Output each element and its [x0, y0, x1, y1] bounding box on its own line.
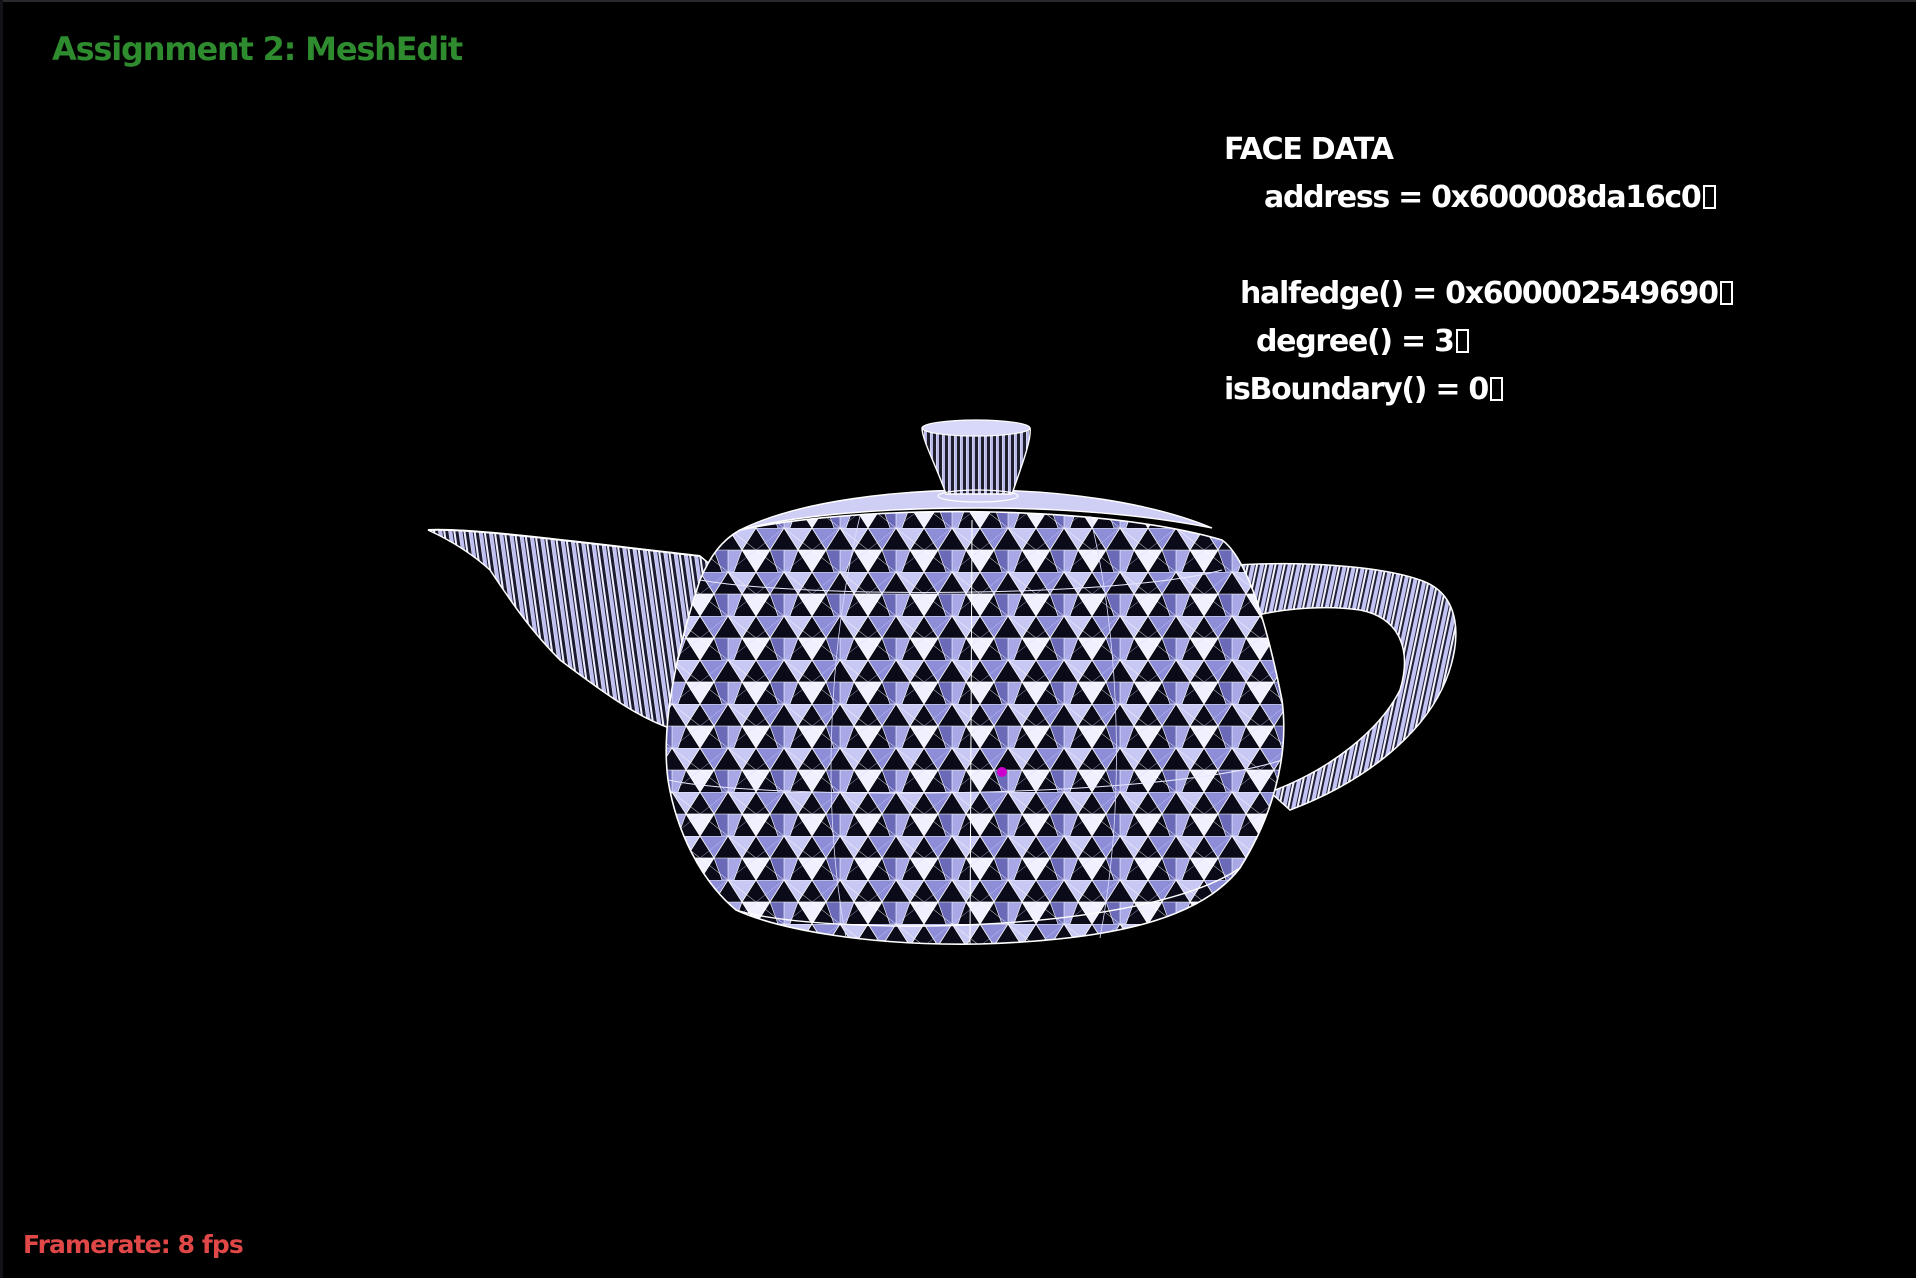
face-address-label: address	[1264, 180, 1390, 215]
face-halfedge-value: 0x600002549690	[1445, 276, 1719, 311]
framerate-value: 8 fps	[177, 1230, 244, 1259]
face-address-row: address = 0x600008da16c0	[1264, 180, 1716, 215]
missing-glyph-icon	[1719, 281, 1733, 305]
framerate-label: Framerate:	[23, 1230, 171, 1259]
face-degree-value: 3	[1433, 324, 1455, 359]
face-isboundary-row: isBoundary() = 0	[1224, 372, 1503, 407]
selected-face-marker	[997, 767, 1007, 777]
missing-glyph-icon	[1489, 377, 1503, 401]
face-halfedge-equals: =	[1403, 276, 1446, 311]
face-degree-label: degree()	[1256, 324, 1393, 359]
face-isboundary-value: 0	[1468, 372, 1489, 407]
face-degree-row: degree() = 3	[1256, 324, 1469, 359]
app-title: Assignment 2: MeshEdit	[52, 30, 463, 68]
face-degree-equals: =	[1391, 324, 1434, 359]
framerate-display: Framerate: 8 fps	[23, 1230, 244, 1259]
face-data-heading: FACE DATA	[1224, 132, 1394, 167]
face-isboundary-label: isBoundary()	[1224, 372, 1428, 407]
meshedit-window: Assignment 2: MeshEdit FACE DATA address…	[0, 0, 1916, 1278]
face-address-value: 0x600008da16c0	[1431, 180, 1702, 215]
face-isboundary-equals: =	[1426, 372, 1469, 407]
missing-glyph-icon	[1455, 329, 1469, 353]
face-halfedge-label: halfedge()	[1240, 276, 1404, 311]
missing-glyph-icon	[1702, 185, 1716, 209]
face-halfedge-row: halfedge() = 0x600002549690	[1240, 276, 1733, 311]
face-address-equals: =	[1388, 180, 1432, 215]
